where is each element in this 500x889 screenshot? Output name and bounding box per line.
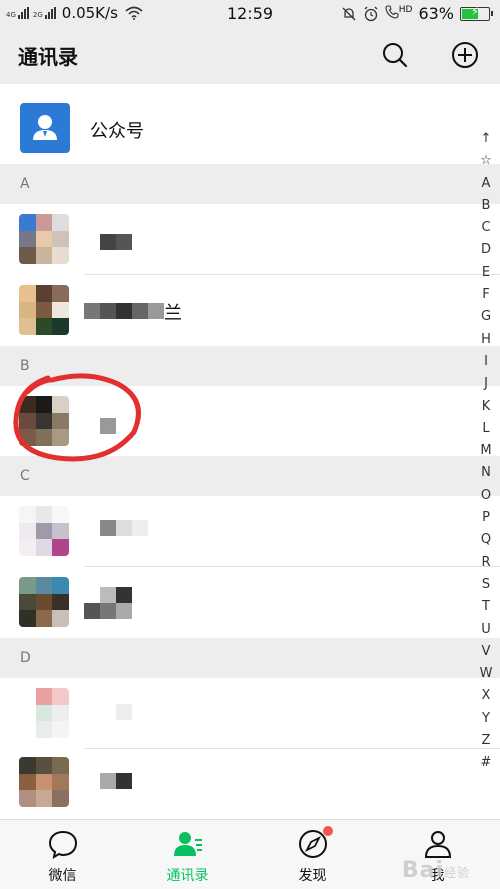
- alphabet-index-bar[interactable]: ↑ ☆ A B C D E F G H I J K L M N O P Q R S T U V W X Y Z #: [474, 128, 498, 775]
- official-accounts-label: 公众号: [90, 121, 144, 142]
- tab-label: 微信: [48, 868, 77, 884]
- blurred-name: [100, 418, 116, 434]
- avatar: [19, 757, 69, 807]
- index-letter[interactable]: M: [474, 440, 498, 462]
- status-bar: 4G 2G 0.05K/s 12:59 HD 63% ⚡: [0, 0, 500, 28]
- index-letter[interactable]: J: [474, 373, 498, 395]
- avatar: [19, 396, 69, 446]
- avatar: [19, 577, 69, 627]
- tab-chats[interactable]: 微信: [0, 820, 125, 889]
- person-icon: [33, 115, 57, 140]
- section-header-b: B: [0, 346, 500, 386]
- index-letter[interactable]: Y: [474, 708, 498, 730]
- hd-call-icon: HD: [385, 4, 413, 23]
- index-letter[interactable]: V: [474, 641, 498, 663]
- page-title: 通讯录: [18, 45, 78, 69]
- battery-percent: 63%: [418, 4, 454, 23]
- index-letter[interactable]: A: [474, 173, 498, 195]
- section-header-a: A: [0, 164, 500, 204]
- tab-discover[interactable]: 发现: [250, 820, 375, 889]
- index-letter[interactable]: K: [474, 396, 498, 418]
- index-letter[interactable]: L: [474, 418, 498, 440]
- index-letter[interactable]: I: [474, 351, 498, 373]
- blurred-name: [100, 773, 132, 789]
- contacts-icon: [174, 832, 202, 856]
- index-letter[interactable]: F: [474, 284, 498, 306]
- discover-notification-badge: [323, 826, 333, 836]
- blurred-name: [100, 234, 132, 250]
- contact-name: 兰: [164, 303, 182, 324]
- chat-bubble-icon: [48, 830, 78, 860]
- tab-label: 通讯录: [166, 868, 209, 884]
- index-letter[interactable]: U: [474, 619, 498, 641]
- avatar: [19, 688, 69, 738]
- search-icon[interactable]: [381, 41, 409, 69]
- section-letter: D: [20, 650, 31, 666]
- index-letter[interactable]: Z: [474, 730, 498, 752]
- battery-icon: ⚡: [460, 5, 493, 21]
- blurred-name: [100, 520, 148, 536]
- avatar: [19, 285, 69, 335]
- index-letter[interactable]: X: [474, 685, 498, 707]
- contact-row[interactable]: 兰: [0, 275, 500, 346]
- blurred-name: [116, 704, 132, 720]
- contact-row[interactable]: [0, 749, 500, 819]
- contact-row[interactable]: [0, 386, 500, 456]
- watermark-suffix: 经验: [443, 866, 470, 880]
- plus-circle-icon[interactable]: [451, 41, 479, 69]
- index-letter[interactable]: S: [474, 574, 498, 596]
- section-header-c: C: [0, 456, 500, 496]
- list-top-padding: [0, 84, 500, 92]
- index-letter[interactable]: W: [474, 663, 498, 685]
- index-letter[interactable]: O: [474, 485, 498, 507]
- index-letter[interactable]: R: [474, 552, 498, 574]
- blurred-name: [84, 303, 164, 319]
- index-letter[interactable]: H: [474, 329, 498, 351]
- official-accounts-avatar: [20, 103, 70, 153]
- contact-row[interactable]: [0, 567, 500, 638]
- index-letter[interactable]: T: [474, 596, 498, 618]
- index-letter[interactable]: C: [474, 217, 498, 239]
- avatar: [19, 506, 69, 556]
- person-icon: [424, 831, 452, 858]
- official-accounts-row[interactable]: 公众号: [0, 92, 500, 164]
- index-letter[interactable]: Q: [474, 529, 498, 551]
- alarm-icon: [364, 6, 378, 21]
- hd-label: HD: [398, 4, 413, 15]
- index-letter[interactable]: D: [474, 239, 498, 261]
- avatar: [19, 214, 69, 264]
- index-letter[interactable]: P: [474, 507, 498, 529]
- watermark-text: Bai: [401, 858, 444, 883]
- index-letter[interactable]: B: [474, 195, 498, 217]
- index-letter[interactable]: #: [474, 752, 498, 774]
- blurred-name: [84, 587, 132, 619]
- index-letter[interactable]: ↑: [474, 128, 498, 150]
- watermark-logo: Bai经验: [402, 858, 470, 883]
- index-letter[interactable]: ☆: [474, 150, 498, 172]
- index-letter[interactable]: G: [474, 306, 498, 328]
- section-letter: A: [20, 176, 30, 192]
- section-header-d: D: [0, 638, 500, 678]
- index-letter[interactable]: E: [474, 262, 498, 284]
- section-letter: C: [20, 468, 30, 484]
- tab-contacts[interactable]: 通讯录: [125, 820, 250, 889]
- mute-bell-icon: [342, 7, 356, 20]
- contact-row[interactable]: [0, 678, 500, 749]
- contact-row[interactable]: [0, 496, 500, 567]
- section-letter: B: [20, 358, 30, 374]
- contact-row[interactable]: [0, 204, 500, 275]
- tab-label: 发现: [298, 868, 327, 884]
- index-letter[interactable]: N: [474, 462, 498, 484]
- app-header: 通讯录: [0, 28, 500, 84]
